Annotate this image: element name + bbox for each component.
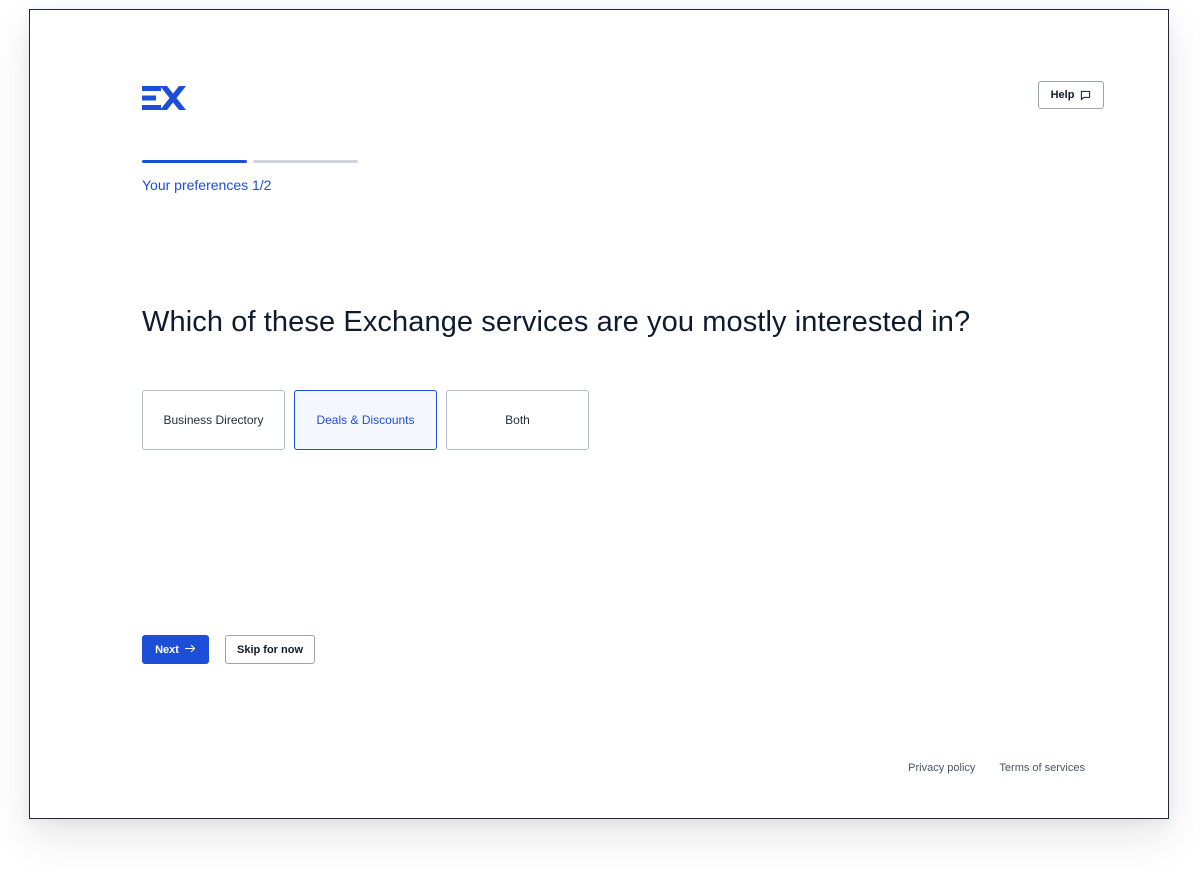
option-both[interactable]: Both bbox=[446, 390, 589, 450]
skip-button[interactable]: Skip for now bbox=[225, 635, 315, 664]
progress-segment-2 bbox=[253, 160, 358, 163]
help-button[interactable]: Help bbox=[1038, 81, 1104, 109]
option-deals-discounts[interactable]: Deals & Discounts bbox=[294, 390, 437, 450]
arrow-right-icon bbox=[184, 644, 196, 656]
chat-bubble-icon bbox=[1080, 90, 1091, 101]
question-title: Which of these Exchange services are you… bbox=[142, 306, 971, 338]
help-label: Help bbox=[1050, 89, 1075, 101]
onboarding-window: Help Your preferences 1/2 Which of these… bbox=[29, 9, 1169, 819]
progress-segment-1 bbox=[142, 160, 247, 163]
terms-of-services-link[interactable]: Terms of services bbox=[999, 762, 1085, 774]
progress-bar bbox=[142, 160, 358, 163]
ex-logo bbox=[141, 84, 187, 112]
ex-logo-mark bbox=[142, 86, 186, 110]
privacy-policy-link[interactable]: Privacy policy bbox=[908, 762, 975, 774]
footer-links: Privacy policy Terms of services bbox=[908, 762, 1085, 774]
next-label: Next bbox=[155, 643, 179, 656]
step-label: Your preferences 1/2 bbox=[142, 177, 272, 193]
option-business-directory[interactable]: Business Directory bbox=[142, 390, 285, 450]
next-button[interactable]: Next bbox=[142, 635, 209, 664]
service-options: Business Directory Deals & Discounts Bot… bbox=[142, 390, 589, 450]
form-actions: Next Skip for now bbox=[142, 635, 315, 664]
